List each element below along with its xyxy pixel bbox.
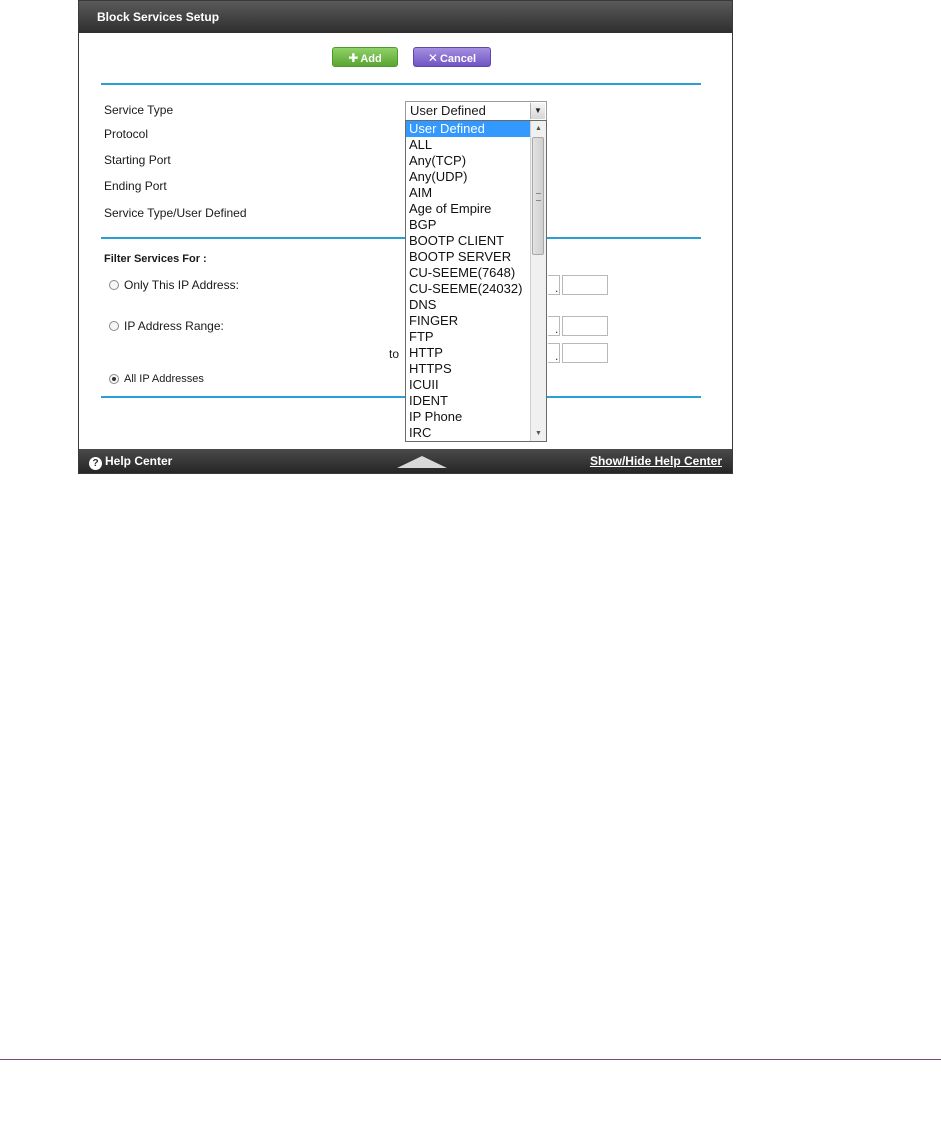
grip-icon (536, 193, 541, 201)
add-button[interactable]: ✚ Add (332, 47, 398, 67)
dropdown-option[interactable]: Any(TCP) (406, 153, 531, 169)
dropdown-option[interactable]: Age of Empire (406, 201, 531, 217)
only-this-ip-radio[interactable] (109, 280, 119, 290)
dropdown-scrollbar[interactable]: ▲ ▼ (530, 121, 546, 441)
all-ip-radio[interactable] (109, 374, 119, 384)
ip-range-radio[interactable] (109, 321, 119, 331)
scroll-up-icon[interactable]: ▲ (531, 121, 546, 136)
dropdown-option[interactable]: HTTPS (406, 361, 531, 377)
dropdown-options: User Defined ALL Any(TCP) Any(UDP) AIM A… (406, 121, 531, 441)
divider-top (101, 83, 701, 85)
window-title: Block Services Setup (97, 10, 220, 24)
dropdown-option[interactable]: Any(UDP) (406, 169, 531, 185)
cancel-button-label: Cancel (439, 53, 477, 65)
scroll-down-icon[interactable]: ▼ (531, 426, 546, 441)
all-ip-label: All IP Addresses (124, 373, 204, 385)
dropdown-option[interactable]: User Defined (406, 121, 531, 137)
cancel-button[interactable]: ✕ Cancel (413, 47, 491, 67)
starting-port-label: Starting Port (104, 153, 171, 167)
service-type-label: Service Type (104, 103, 174, 117)
help-footer: ? Help Center Show/Hide Help Center (79, 449, 732, 473)
ip-octet-4-field[interactable] (562, 275, 608, 295)
dropdown-option[interactable]: HTTP (406, 345, 531, 361)
help-center-label: Help Center (105, 454, 173, 468)
help-center-link[interactable]: ? Help Center (89, 454, 172, 470)
dropdown-option[interactable]: IRC (406, 425, 531, 441)
chevron-down-icon[interactable]: ▼ (530, 103, 545, 119)
dropdown-option[interactable]: DNS (406, 297, 531, 313)
dropdown-option[interactable]: IDENT (406, 393, 531, 409)
range-end-octet-4-field[interactable] (562, 343, 608, 363)
ip-separator: . (555, 281, 559, 295)
filter-services-title: Filter Services For : (104, 253, 207, 265)
plus-icon: ✚ (348, 51, 359, 65)
scrollbar-thumb[interactable] (532, 137, 544, 255)
range-start-octet-4-field[interactable] (562, 316, 608, 336)
dropdown-option[interactable]: AIM (406, 185, 531, 201)
page-divider (0, 1059, 941, 1060)
service-type-dropdown-list[interactable]: User Defined ALL Any(TCP) Any(UDP) AIM A… (405, 120, 547, 442)
block-services-window: Block Services Setup ✚ Add ✕ Cancel Servic… (78, 0, 733, 474)
service-type-value: User Defined (410, 103, 486, 118)
add-button-label: Add (360, 53, 382, 65)
protocol-label: Protocol (104, 127, 149, 141)
only-this-ip-label: Only This IP Address: (124, 278, 239, 292)
service-type-select[interactable]: User Defined ▼ (405, 101, 547, 121)
title-bar: Block Services Setup (79, 1, 732, 33)
ip-separator: . (555, 349, 559, 363)
dropdown-option[interactable]: BGP (406, 217, 531, 233)
dropdown-option[interactable]: CU-SEEME(7648) (406, 265, 531, 281)
x-icon: ✕ (427, 51, 438, 65)
range-to-label: to (389, 347, 400, 361)
help-icon: ? (89, 457, 102, 470)
expand-help-arrow-icon[interactable] (397, 456, 447, 468)
service-type-user-defined-label: Service Type/User Defined (104, 206, 247, 220)
dropdown-option[interactable]: BOOTP SERVER (406, 249, 531, 265)
ending-port-label: Ending Port (104, 179, 167, 193)
dropdown-option[interactable]: FINGER (406, 313, 531, 329)
dropdown-option[interactable]: FTP (406, 329, 531, 345)
ip-separator: . (555, 322, 559, 336)
ip-range-label: IP Address Range: (124, 319, 224, 333)
dropdown-option[interactable]: CU-SEEME(24032) (406, 281, 531, 297)
dropdown-option[interactable]: IP Phone (406, 409, 531, 425)
dropdown-option[interactable]: ALL (406, 137, 531, 153)
dropdown-option[interactable]: ICUII (406, 377, 531, 393)
divider-middle (101, 237, 701, 239)
dropdown-option[interactable]: BOOTP CLIENT (406, 233, 531, 249)
show-hide-help-link[interactable]: Show/Hide Help Center (590, 454, 722, 468)
divider-bottom (101, 396, 701, 398)
